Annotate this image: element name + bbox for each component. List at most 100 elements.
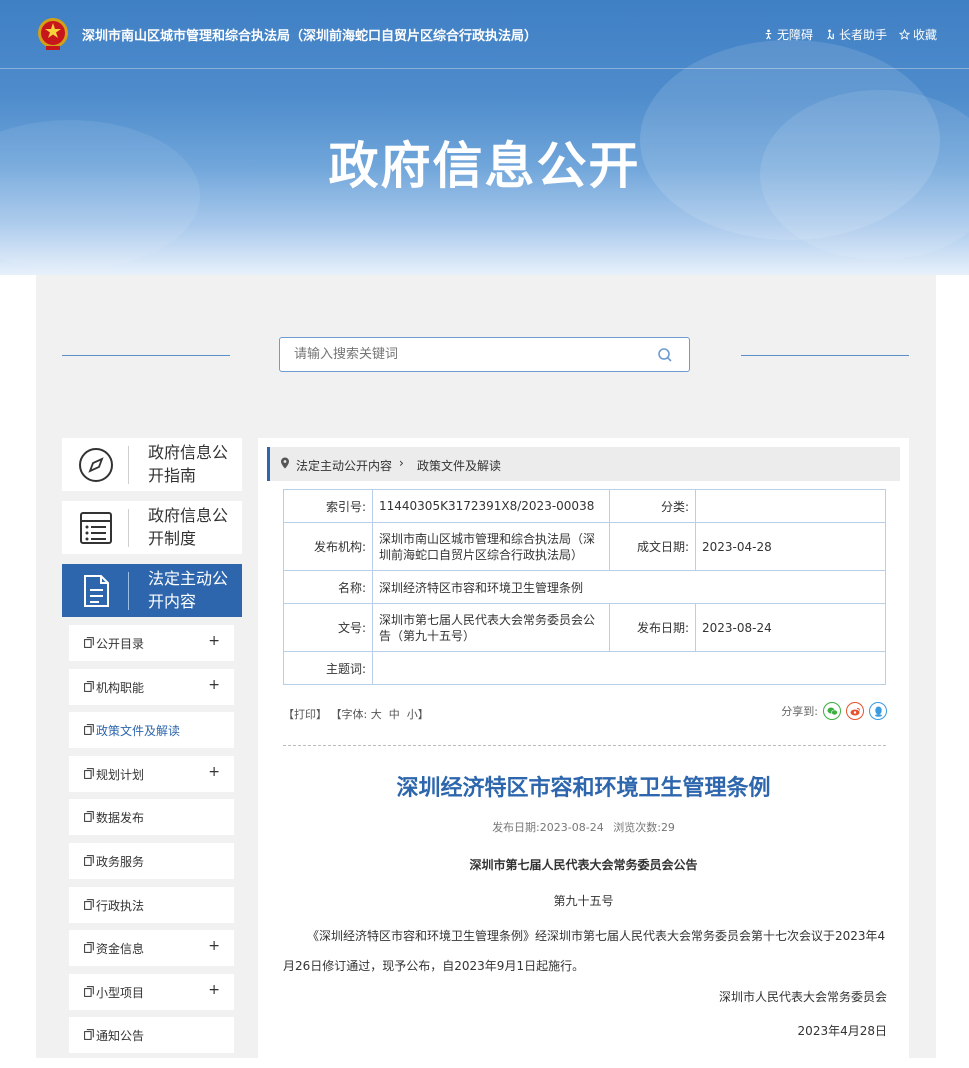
sidebar-item-label: 公开目录	[96, 637, 145, 651]
qq-share-icon[interactable]	[869, 702, 887, 720]
publish-date: 2023-08-24	[539, 821, 604, 834]
sidebar-item[interactable]: 小型项目 +	[69, 973, 234, 1010]
search-icon[interactable]	[657, 347, 673, 363]
category-label: 法定主动公开内容	[148, 569, 229, 611]
accessibility-icon	[765, 29, 772, 40]
divider	[62, 355, 230, 356]
content-panel: 法定主动公开内容 › 政策文件及解读 索引号: 11440305K3172391…	[258, 438, 909, 1068]
divider	[128, 572, 129, 610]
breadcrumb-parent[interactable]: 法定主动公开内容	[296, 457, 392, 474]
favorite-link[interactable]: 收藏	[898, 26, 937, 43]
document-icon	[84, 1029, 94, 1041]
article-signer: 深圳市人民代表大会常务委员会	[718, 990, 887, 1004]
meta-key: 成文日期:	[609, 522, 696, 571]
share-bar: 分享到:	[781, 702, 887, 720]
meta-value: 2023-04-28	[695, 522, 886, 571]
star-icon	[898, 29, 910, 40]
sidebar-item-label: 政策文件及解读	[96, 724, 181, 739]
expand-icon[interactable]: +	[208, 982, 220, 998]
category-active-content[interactable]: 法定主动公开内容	[62, 564, 242, 617]
meta-value: 深圳市第七届人民代表大会常务委员会公告（第九十五号）	[372, 603, 610, 652]
sidebar-item-label: 政务服务	[96, 855, 145, 869]
weibo-share-icon[interactable]	[846, 702, 864, 720]
category-guide[interactable]: 政府信息公开指南	[62, 438, 242, 491]
divider	[128, 446, 129, 484]
meta-key: 发布日期:	[609, 603, 696, 652]
document-icon	[84, 985, 94, 997]
breadcrumb: 法定主动公开内容 › 政策文件及解读	[267, 447, 900, 481]
sidebar-item-label: 规划计划	[96, 767, 145, 782]
sidebar-item[interactable]: 政策文件及解读	[69, 712, 234, 749]
site-title[interactable]: 深圳市南山区城市管理和综合执法局（深圳前海蛇口自贸片区综合行政执法局）	[82, 25, 537, 44]
sidebar-item[interactable]: 行政执法	[69, 886, 234, 923]
meta-key: 发布机构:	[283, 522, 373, 571]
main-panel: 政府信息公开指南 政府信息公开制度 法定主动公开内容 公开目录 + 机构职能 + 政策文…	[36, 275, 936, 1068]
font-large-button[interactable]: 大	[371, 708, 382, 721]
article-title: 深圳经济特区市容和环境卫生管理条例	[396, 776, 771, 801]
font-small-button[interactable]: 小	[407, 708, 418, 721]
elder-helper-label: 长者助手	[838, 28, 887, 42]
sidebar-item-label: 数据发布	[96, 811, 145, 826]
sidebar-item[interactable]: 规划计划 +	[69, 755, 234, 792]
article-sign-date: 2023年4月28日	[797, 1024, 887, 1038]
publish-date-label: 发布日期:	[492, 821, 540, 834]
category-label: 政府信息公开制度	[148, 506, 229, 548]
sidebar-item-label: 通知公告	[96, 1029, 145, 1044]
elder-helper-link[interactable]: 长者助手	[825, 26, 887, 43]
sidebar-item[interactable]: 机构职能 +	[69, 668, 234, 705]
sidebar-item[interactable]: 公开目录 +	[69, 625, 234, 661]
document-meta-table: 索引号: 11440305K3172391X8/2023-00038 分类: 发…	[283, 489, 886, 685]
divider	[128, 509, 129, 547]
font-size-label: 【字体:	[330, 708, 368, 721]
category-system[interactable]: 政府信息公开制度	[62, 501, 242, 554]
document-icon	[84, 898, 94, 910]
chevron-right-icon: ›	[399, 456, 404, 470]
sidebar-item[interactable]: 通知公告	[69, 1017, 234, 1054]
meta-value	[372, 651, 886, 685]
sidebar-item[interactable]: 政务服务	[69, 843, 234, 879]
meta-key: 索引号:	[283, 489, 373, 523]
expand-icon[interactable]: +	[208, 938, 220, 954]
expand-icon[interactable]: +	[208, 764, 220, 780]
accessibility-label: 无障碍	[776, 28, 813, 42]
meta-value	[695, 489, 886, 523]
divider	[283, 745, 886, 746]
font-medium-button[interactable]: 中	[389, 708, 400, 721]
search-input[interactable]	[292, 346, 646, 363]
meta-value: 11440305K3172391X8/2023-00038	[372, 489, 610, 523]
national-emblem-icon[interactable]	[36, 16, 70, 52]
banner-title: 政府信息公开	[328, 137, 641, 195]
expand-icon[interactable]: +	[208, 677, 220, 693]
accessibility-link[interactable]: 无障碍	[763, 26, 813, 43]
list-document-icon	[80, 512, 112, 544]
meta-key: 主题词:	[283, 651, 373, 685]
category-label: 政府信息公开指南	[148, 443, 229, 485]
compass-icon	[79, 448, 113, 482]
announcement-heading: 深圳市第七届人民代表大会常务委员会公告	[469, 858, 698, 872]
sidebar-item-label: 行政执法	[96, 898, 145, 913]
document-icon	[84, 811, 94, 823]
expand-icon[interactable]: +	[208, 633, 220, 649]
document-icon	[84, 942, 94, 954]
meta-key: 文号:	[283, 603, 373, 652]
font-tools: 【打印】 【字体: 大 中 小】	[283, 706, 429, 722]
elder-helper-icon	[827, 29, 834, 40]
meta-key: 分类:	[609, 489, 696, 523]
breadcrumb-current[interactable]: 政策文件及解读	[417, 457, 501, 474]
print-button[interactable]: 【打印】	[283, 708, 327, 721]
font-size-end: 】	[417, 708, 429, 721]
document-icon	[84, 575, 109, 607]
sidebar-item[interactable]: 资金信息 +	[69, 930, 234, 967]
document-icon	[84, 680, 94, 692]
wechat-share-icon[interactable]	[823, 702, 841, 720]
meta-value: 深圳市南山区城市管理和综合执法局（深圳前海蛇口自贸片区综合行政执法局）	[372, 522, 610, 571]
sidebar-item[interactable]: 数据发布	[69, 799, 234, 836]
sidebar-item-label: 资金信息	[96, 942, 145, 957]
sidebar-item-label: 小型项目	[96, 985, 145, 1000]
top-bar: 深圳市南山区城市管理和综合执法局（深圳前海蛇口自贸片区综合行政执法局） 无障碍 …	[0, 0, 969, 69]
top-links: 无障碍 长者助手 收藏	[763, 26, 937, 43]
favorite-label: 收藏	[912, 28, 937, 42]
view-count: 29	[660, 821, 675, 834]
location-pin-icon	[281, 457, 289, 469]
divider	[741, 355, 909, 356]
